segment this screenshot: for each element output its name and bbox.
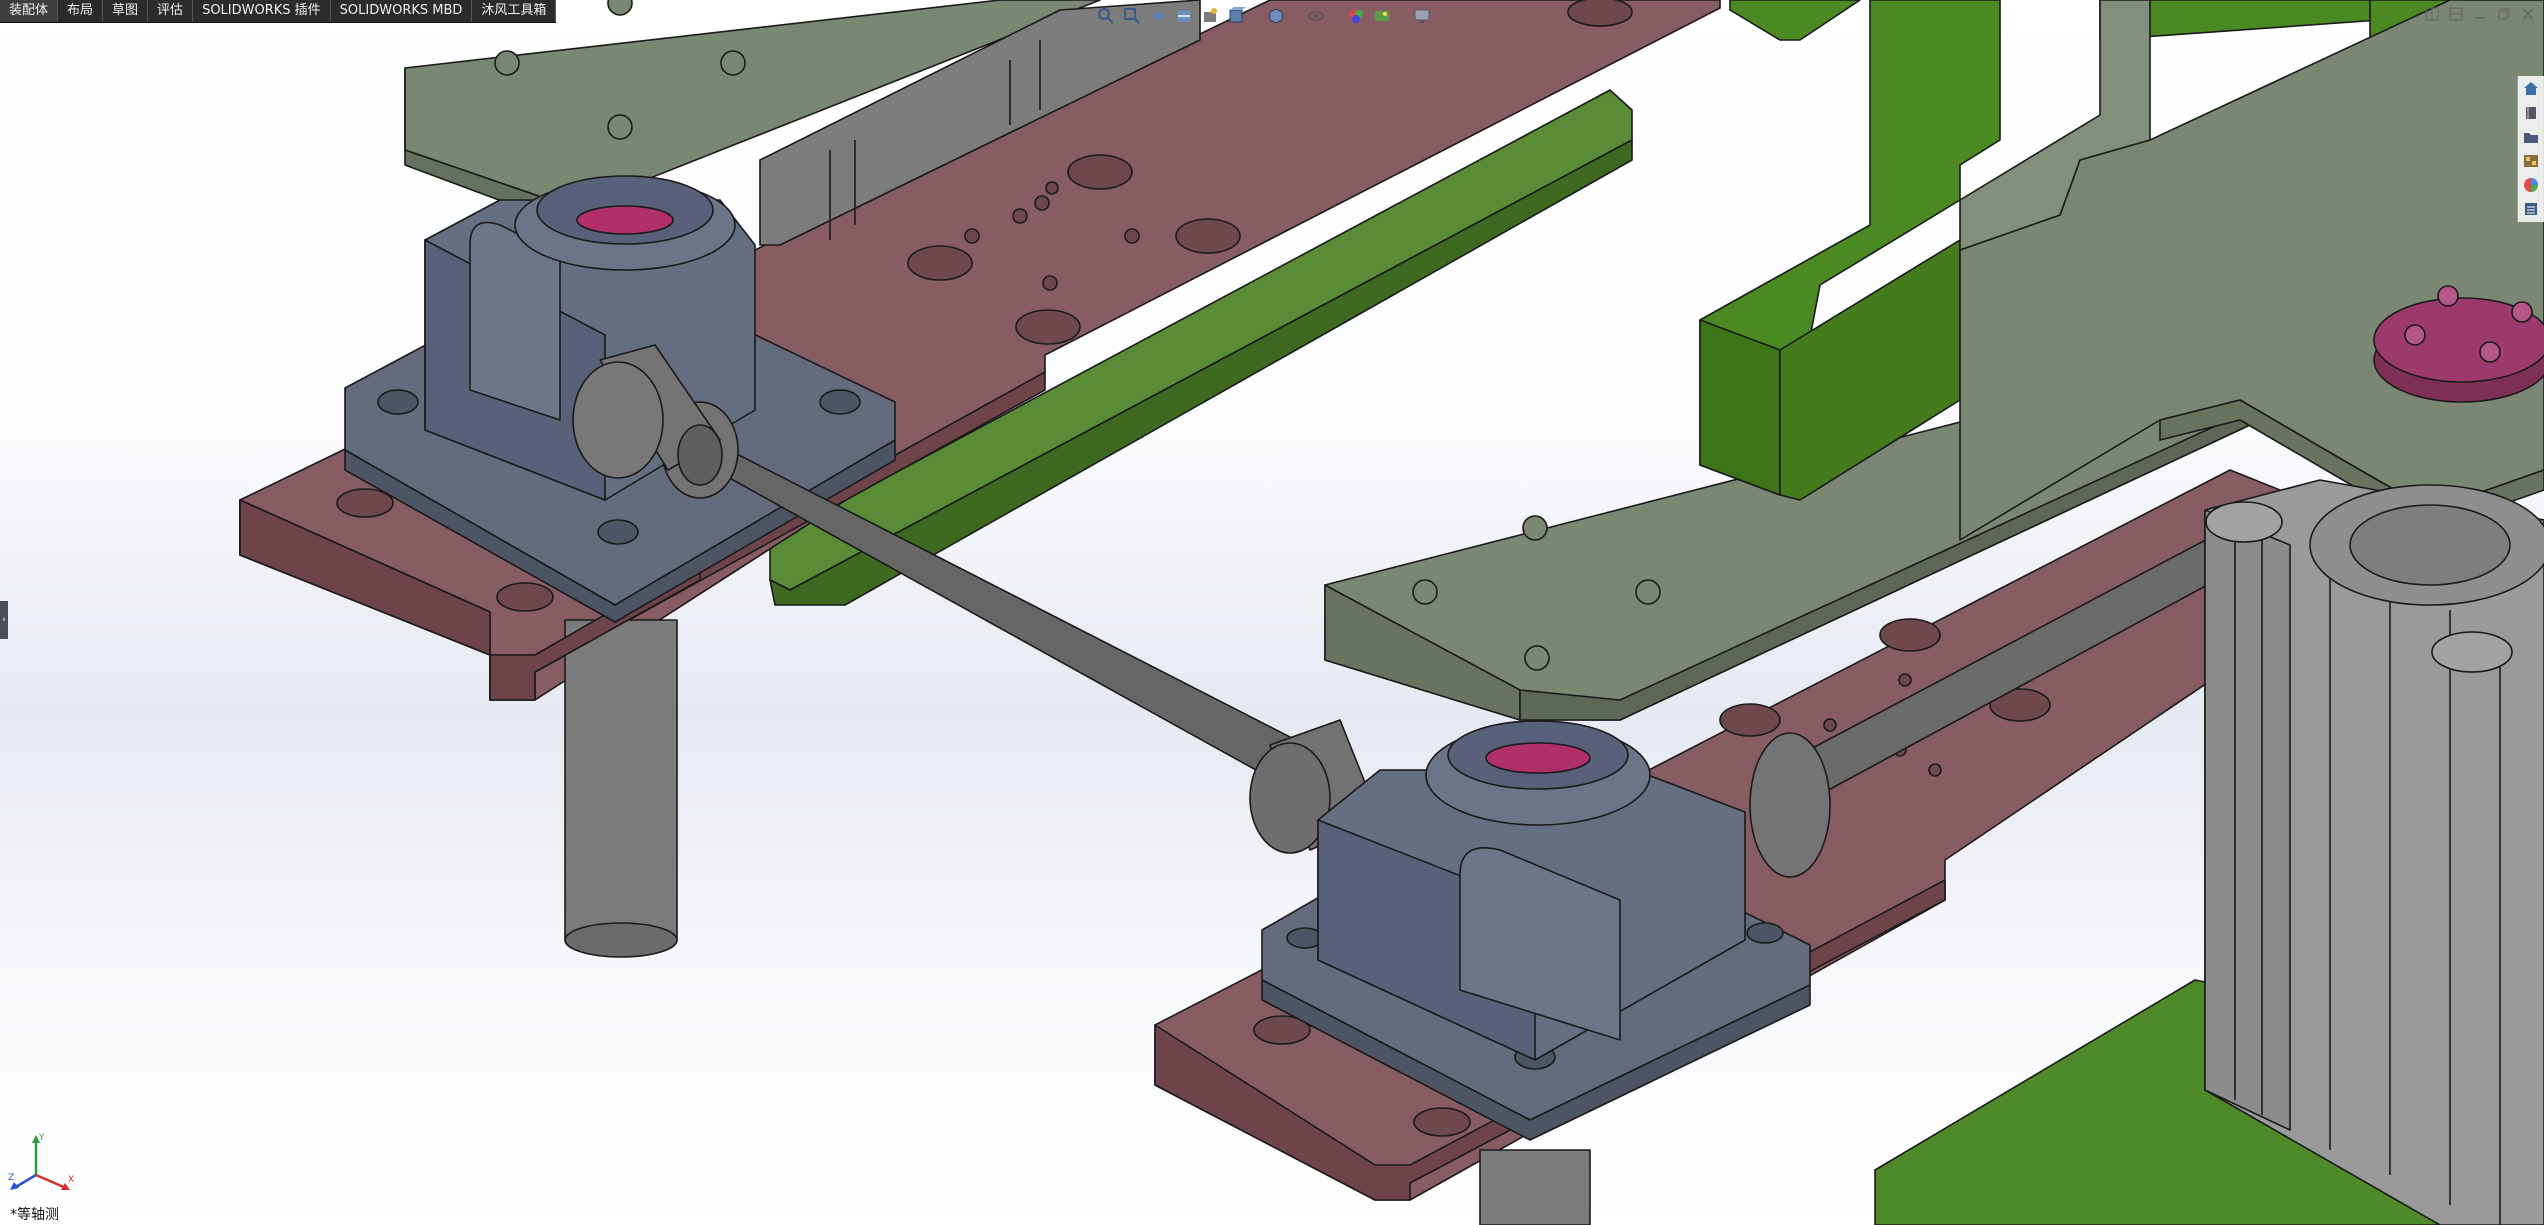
close-icon[interactable] (2520, 6, 2536, 22)
lower-support-column (1479, 1149, 1591, 1225)
graphics-viewport[interactable] (0, 0, 2544, 1225)
split-vertical-icon[interactable] (2424, 6, 2440, 22)
file-explorer-icon[interactable] (2520, 127, 2542, 147)
document-window-controls (2424, 6, 2536, 22)
tab-evaluate[interactable]: 评估 (148, 0, 194, 22)
command-manager-tabs: 装配体 布局 草图 评估 SOLIDWORKS 插件 SOLIDWORKS MB… (0, 0, 557, 23)
sage-bracket-right[interactable] (1959, 0, 2544, 541)
pneumatic-cylinder[interactable] (2204, 479, 2544, 1225)
chevron-right-icon: › (2, 614, 6, 625)
dynamic-annotation-icon[interactable] (1199, 5, 1221, 27)
feature-manager-collapse-handle[interactable]: › (0, 601, 8, 639)
heads-up-view-toolbar (1095, 2, 1433, 30)
display-style-icon[interactable] (1265, 5, 1287, 27)
view-settings-icon[interactable] (1411, 5, 1433, 27)
tab-sketch[interactable]: 草图 (103, 0, 149, 22)
solidworks-window: 装配体 布局 草图 评估 SOLIDWORKS 插件 SOLIDWORKS MB… (0, 0, 2544, 1225)
tab-solidworks-addins[interactable]: SOLIDWORKS 插件 (193, 0, 331, 22)
minimize-icon[interactable] (2472, 6, 2488, 22)
restore-icon[interactable] (2496, 6, 2512, 22)
previous-view-icon[interactable] (1147, 5, 1169, 27)
zoom-to-area-icon[interactable] (1121, 5, 1143, 27)
split-horizontal-icon[interactable] (2448, 6, 2464, 22)
tab-solidworks-mbd[interactable]: SOLIDWORKS MBD (331, 0, 473, 22)
triad-y-label: Y (38, 1133, 45, 1143)
apply-scene-icon[interactable] (1371, 5, 1393, 27)
hide-show-items-icon[interactable] (1305, 5, 1327, 27)
view-orientation-label: *等轴测 (10, 1207, 59, 1223)
design-library-icon[interactable] (2520, 103, 2542, 123)
view-palette-icon[interactable] (2520, 151, 2542, 171)
triad-z-label: Z (8, 1173, 14, 1183)
section-view-icon[interactable] (1173, 5, 1195, 27)
edit-appearance-icon[interactable] (1345, 5, 1367, 27)
appearances-icon[interactable] (2520, 175, 2542, 195)
view-orientation-icon[interactable] (1225, 5, 1247, 27)
x-axis-icon (35, 1173, 67, 1190)
tab-mufeng-toolbox[interactable]: 沐风工具箱 (472, 0, 557, 22)
zoom-to-fit-icon[interactable] (1095, 5, 1117, 27)
left-support-column[interactable] (564, 619, 678, 958)
task-pane-tabs (2517, 76, 2544, 222)
tab-layout[interactable]: 布局 (58, 0, 104, 22)
home-icon[interactable] (2520, 79, 2542, 99)
tab-assembly[interactable]: 装配体 (0, 0, 59, 22)
reference-triad: Y X Z (8, 1130, 78, 1204)
triad-x-label: X (68, 1175, 74, 1185)
custom-properties-icon[interactable] (2520, 199, 2542, 219)
